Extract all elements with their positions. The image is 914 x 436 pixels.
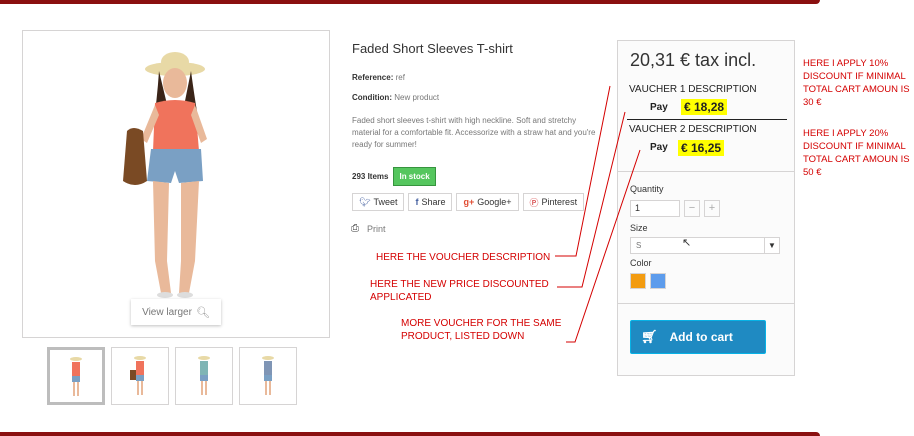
annotation-line-more	[566, 149, 641, 343]
annotation-line-description	[555, 85, 611, 257]
annotation-lines	[555, 85, 641, 343]
annotation-voucher-description: HERE THE VOUCHER DESCRIPTION	[376, 252, 551, 263]
annotation-discount-20: HERE I APPLY 20% DISCOUNT IF MINIMAL TOT…	[803, 128, 910, 178]
annotation-new-price: HERE THE NEW PRICE DISCOUNTED APPLICATED	[370, 279, 549, 303]
annotation-line-price	[557, 111, 626, 288]
annotation-more-vouchers: MORE VOUCHER FOR THE SAME PRODUCT, LISTE…	[401, 318, 562, 342]
annotation-discount-10: HERE I APPLY 10% DISCOUNT IF MINIMAL TOT…	[803, 58, 910, 108]
